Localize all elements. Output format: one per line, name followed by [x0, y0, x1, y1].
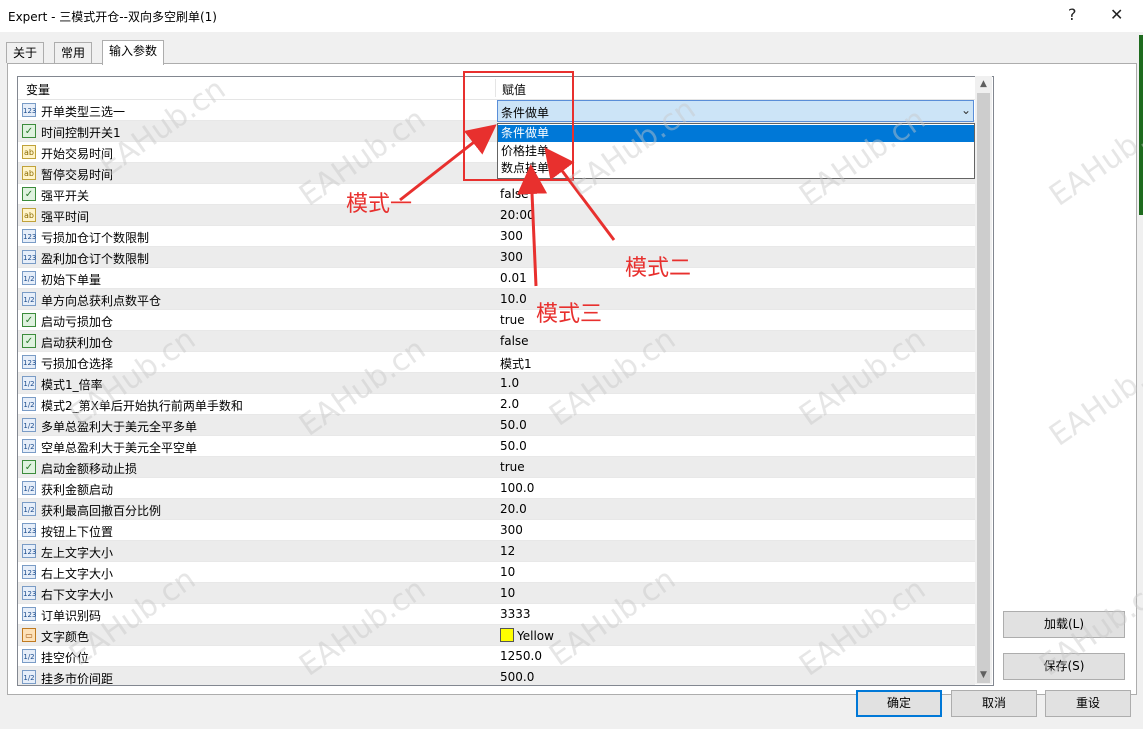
annotation-mode3: 模式三 — [536, 302, 603, 327]
annotation-arrows — [399, 124, 616, 287]
annotation-mode1: 模式一 — [346, 192, 413, 217]
arrow-mode3 — [517, 164, 548, 287]
arrow-mode2 — [544, 147, 616, 241]
annotation-mode2: 模式二 — [625, 256, 692, 281]
arrow-mode1 — [399, 124, 497, 202]
